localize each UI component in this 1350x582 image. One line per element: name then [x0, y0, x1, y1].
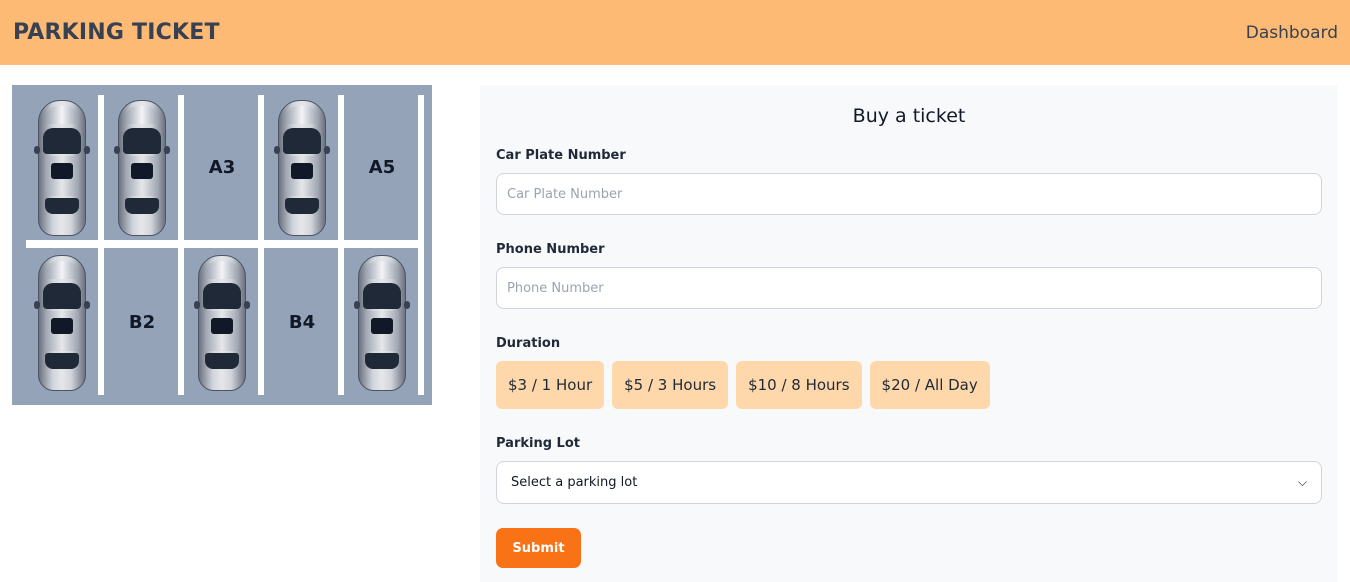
- parking-slot-b1[interactable]: [26, 250, 98, 395]
- form-title: Buy a ticket: [852, 105, 966, 127]
- car-icon: [34, 254, 90, 391]
- parking-lot-map: A3 A5 B2 B4: [12, 85, 432, 405]
- nav-dashboard-link[interactable]: Dashboard: [1246, 23, 1338, 43]
- parking-slot-a2[interactable]: [106, 95, 178, 240]
- duration-options: $3 / 1 Hour $5 / 3 Hours $10 / 8 Hours $…: [496, 361, 990, 409]
- parking-lot-select[interactable]: Select a parking lot ⌵: [496, 461, 1322, 504]
- duration-option-3h[interactable]: $5 / 3 Hours: [612, 361, 729, 409]
- submit-button[interactable]: Submit: [496, 528, 581, 568]
- slot-label: B2: [128, 312, 156, 333]
- parking-slot-a4[interactable]: [266, 95, 338, 240]
- duration-option-all-day[interactable]: $20 / All Day: [869, 361, 990, 409]
- slot-label: A5: [368, 157, 396, 178]
- car-icon: [354, 254, 410, 391]
- row-divider: [26, 240, 420, 248]
- parking-slot-b3[interactable]: [186, 250, 258, 395]
- parking-lot-label: Parking Lot: [496, 436, 580, 451]
- car-icon: [274, 99, 330, 236]
- plate-label: Car Plate Number: [496, 148, 626, 163]
- car-icon: [114, 99, 170, 236]
- parking-slot-b5[interactable]: [346, 250, 418, 395]
- phone-label: Phone Number: [496, 242, 605, 257]
- parking-slot-b4[interactable]: B4: [266, 250, 338, 395]
- brand-title: PARKING TICKET: [13, 20, 220, 45]
- top-bar: PARKING TICKET Dashboard: [0, 0, 1350, 65]
- phone-input[interactable]: [496, 267, 1322, 309]
- parking-slot-a3[interactable]: A3: [186, 95, 258, 240]
- duration-label: Duration: [496, 336, 561, 351]
- car-icon: [34, 99, 90, 236]
- parking-slot-a5[interactable]: A5: [346, 95, 418, 240]
- parking-slot-a1[interactable]: [26, 95, 98, 240]
- duration-option-1h[interactable]: $3 / 1 Hour: [496, 361, 605, 409]
- car-icon: [194, 254, 250, 391]
- parking-lot-select-value: Select a parking lot: [511, 475, 638, 490]
- plate-input[interactable]: [496, 173, 1322, 215]
- chevron-down-icon: ⌵: [1297, 475, 1307, 489]
- ticket-form-card: Buy a ticket Car Plate Number Phone Numb…: [480, 85, 1338, 582]
- slot-label: A3: [208, 157, 236, 178]
- parking-slot-b2[interactable]: B2: [106, 250, 178, 395]
- duration-option-8h[interactable]: $10 / 8 Hours: [736, 361, 862, 409]
- slot-label: B4: [288, 312, 316, 333]
